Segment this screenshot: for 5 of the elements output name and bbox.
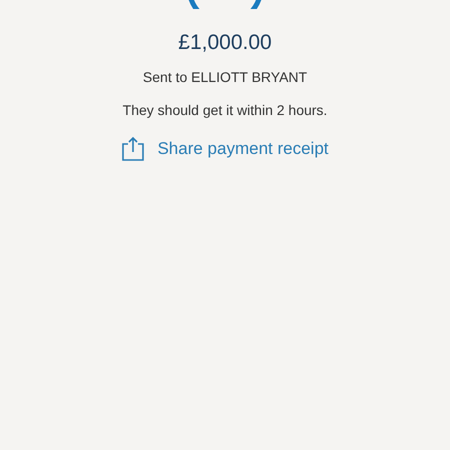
share-icon xyxy=(121,136,146,161)
share-receipt-link[interactable]: Share payment receipt xyxy=(121,136,329,161)
delivery-time-text: They should get it within 2 hours. xyxy=(122,102,328,118)
payment-amount: £1,000.00 xyxy=(178,31,272,55)
recipient-text: Sent to ELLIOTT BRYANT xyxy=(142,69,308,85)
